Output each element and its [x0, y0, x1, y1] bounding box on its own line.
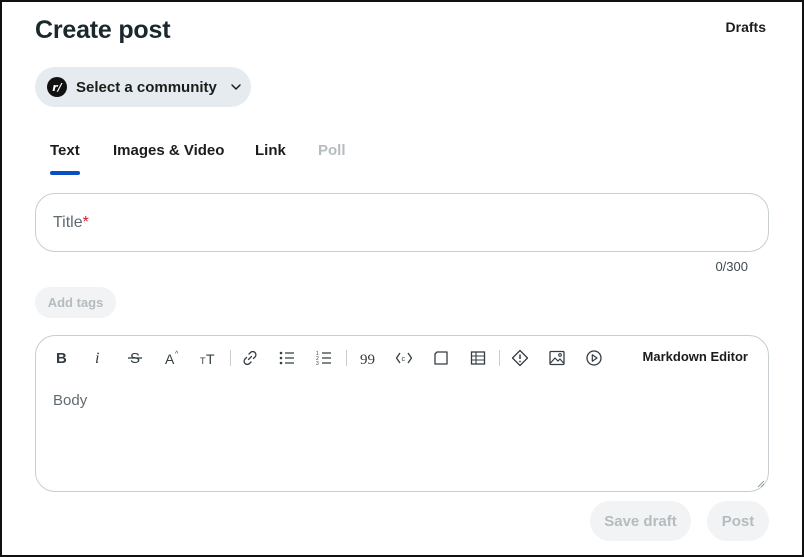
formatting-toolbar: B i S A ^ TT 123 99 c Markdown Editor [36, 346, 768, 370]
svg-text:B: B [56, 350, 67, 367]
svg-text:^: ^ [175, 351, 179, 358]
tab-link[interactable]: Link [255, 142, 286, 159]
save-draft-button[interactable]: Save draft [590, 501, 691, 541]
tab-text[interactable]: Text [50, 142, 80, 159]
resize-handle-icon[interactable] [757, 480, 765, 488]
strikethrough-icon[interactable]: S [123, 346, 147, 370]
body-placeholder: Body [53, 392, 88, 409]
table-icon[interactable] [466, 346, 490, 370]
drafts-link[interactable]: Drafts [726, 19, 766, 35]
heading-icon[interactable]: TT [196, 346, 220, 370]
svg-text:99: 99 [360, 352, 375, 367]
tab-poll: Poll [318, 142, 346, 159]
quote-icon[interactable]: 99 [355, 346, 379, 370]
italic-icon[interactable]: i [86, 346, 110, 370]
title-char-count: 0/300 [715, 259, 748, 274]
svg-text:T: T [206, 351, 215, 367]
toolbar-divider [499, 350, 500, 366]
community-selector[interactable]: r/ Select a community [35, 67, 251, 107]
video-icon[interactable] [582, 346, 606, 370]
markdown-editor-toggle[interactable]: Markdown Editor [643, 349, 748, 364]
link-icon[interactable] [238, 346, 262, 370]
svg-text:3: 3 [316, 361, 319, 367]
post-button[interactable]: Post [707, 501, 769, 541]
svg-text:c: c [402, 356, 406, 363]
svg-text:A: A [165, 351, 175, 367]
chevron-down-icon [231, 84, 241, 90]
title-input[interactable]: Title * [35, 193, 769, 252]
image-icon[interactable] [545, 346, 569, 370]
toolbar-divider [346, 350, 347, 366]
community-icon: r/ [47, 77, 67, 97]
body-editor[interactable]: B i S A ^ TT 123 99 c Markdown Editor Bo… [35, 335, 769, 492]
code-icon[interactable]: c [392, 346, 416, 370]
bold-icon[interactable]: B [49, 346, 73, 370]
create-post-window: Create post Drafts r/ Select a community… [0, 0, 804, 557]
tab-images-video[interactable]: Images & Video [113, 142, 224, 159]
code-block-icon[interactable] [429, 346, 453, 370]
required-mark: * [82, 213, 89, 231]
superscript-icon[interactable]: A ^ [160, 346, 184, 370]
community-selector-label: Select a community [76, 78, 217, 96]
bulleted-list-icon[interactable] [275, 346, 299, 370]
add-tags-button[interactable]: Add tags [35, 287, 116, 318]
numbered-list-icon[interactable]: 123 [312, 346, 336, 370]
svg-text:i: i [95, 350, 99, 367]
toolbar-divider [230, 350, 231, 366]
title-placeholder: Title [53, 213, 83, 231]
spoiler-icon[interactable] [508, 346, 532, 370]
active-tab-indicator [50, 171, 80, 175]
page-title: Create post [35, 16, 171, 44]
